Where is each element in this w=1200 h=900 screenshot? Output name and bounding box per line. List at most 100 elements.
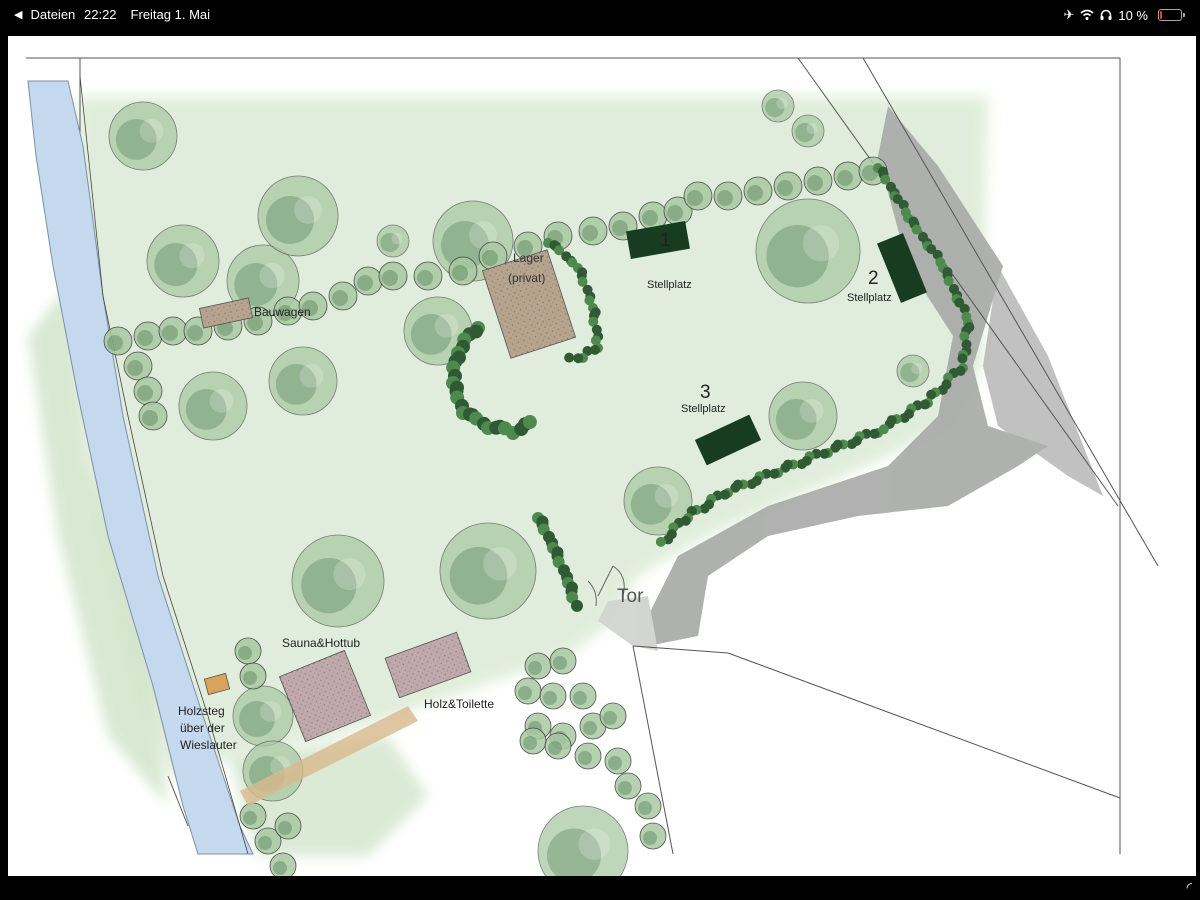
tree-canopy — [667, 205, 683, 221]
tree-canopy — [482, 250, 498, 266]
tree-canopy — [258, 836, 272, 850]
tree-canopy — [643, 831, 657, 845]
tree-canopy — [806, 123, 818, 135]
status-time: 22:22 — [84, 7, 117, 22]
tree-canopy — [807, 175, 823, 191]
label-stellplatz-2: Stellplatz — [847, 292, 892, 304]
tree-canopy — [483, 547, 517, 581]
status-bar: ◀ Dateien 22:22 Freitag 1. Mai ✈ 10 % — [0, 0, 1200, 32]
tree-canopy — [578, 751, 592, 765]
label-lager: Lager — [513, 251, 544, 265]
tree-canopy — [618, 781, 632, 795]
label-holz: Holz&Toilette — [424, 697, 494, 711]
label-ueber-der: über der — [180, 721, 225, 735]
tree-canopy — [238, 646, 252, 660]
tree-canopy — [294, 196, 322, 224]
tree-canopy — [382, 270, 398, 286]
hedge-shrub — [573, 353, 584, 364]
tree-canopy — [333, 558, 366, 591]
tree-canopy — [162, 325, 178, 341]
tree-canopy — [747, 185, 763, 201]
tree-canopy — [278, 821, 292, 835]
tree-canopy — [434, 314, 459, 338]
bottom-bar: ◜ — [0, 876, 1200, 900]
tree-canopy — [209, 389, 234, 413]
hedge-shrub — [957, 353, 968, 364]
hedge-shrub — [655, 536, 666, 547]
tree-canopy — [777, 180, 793, 196]
tree-canopy — [391, 233, 403, 245]
hedge-shrub — [796, 459, 807, 470]
tree-canopy — [127, 360, 143, 376]
hedge-shrub — [570, 599, 583, 612]
hedge-shrub — [522, 415, 537, 430]
status-icons: ✈ 10 % — [1063, 7, 1185, 23]
tree-canopy — [776, 98, 788, 110]
site-plan: Bauwagen Lager (privat) 1 Stellplatz 2 S… — [26, 57, 1159, 876]
tree-canopy — [608, 756, 622, 770]
tree-canopy — [654, 484, 679, 508]
tree-canopy — [187, 325, 203, 341]
back-to-files[interactable]: ◀ Dateien — [14, 7, 75, 22]
loading-indicator-icon: ◜ — [1186, 879, 1192, 895]
status-date: Freitag 1. Mai — [130, 7, 211, 22]
tree-canopy — [573, 691, 587, 705]
tree-canopy — [417, 270, 433, 286]
tree-canopy — [578, 828, 610, 860]
tree-canopy — [837, 170, 853, 186]
label-wieslauter: Wieslauter — [180, 738, 237, 752]
wifi-icon — [1080, 9, 1094, 20]
battery-icon — [1158, 9, 1185, 21]
label-stellplatz-3-num: 3 — [700, 382, 711, 403]
back-label: Dateien — [30, 7, 76, 22]
tree-canopy — [137, 385, 153, 401]
label-stellplatz-2-num: 2 — [868, 268, 879, 289]
label-stellplatz-1-num: 1 — [660, 230, 671, 251]
hedge-shrub — [746, 479, 757, 490]
tree-canopy — [137, 330, 153, 346]
label-bauwagen: Bauwagen — [254, 305, 311, 319]
tree-canopy — [518, 686, 532, 700]
tree-canopy — [357, 275, 373, 291]
label-sauna: Sauna&Hottub — [282, 636, 360, 650]
tree-canopy — [612, 220, 628, 236]
airplane-icon: ✈ — [1063, 7, 1075, 22]
headphones-icon — [1100, 9, 1112, 20]
back-arrow-icon: ◀ — [14, 9, 23, 21]
tree-canopy — [802, 225, 840, 262]
tree-canopy — [553, 656, 567, 670]
tree-canopy — [717, 190, 733, 206]
label-tor: Tor — [617, 586, 644, 607]
tree-canopy — [260, 701, 281, 722]
tree-canopy — [259, 263, 285, 289]
label-holzsteg: Holzsteg — [178, 704, 225, 718]
tree-canopy — [142, 410, 158, 426]
tree-canopy — [543, 691, 557, 705]
hedge-shrub — [564, 352, 575, 363]
hedge-shrub — [846, 439, 857, 450]
tree-canopy — [139, 119, 164, 143]
tree-canopy — [273, 861, 287, 875]
map-canvas: Bauwagen Lager (privat) 1 Stellplatz 2 S… — [8, 36, 1196, 876]
tree-canopy — [243, 811, 257, 825]
tree-canopy — [332, 290, 348, 306]
tree-canopy — [548, 741, 562, 755]
label-stellplatz-1: Stellplatz — [647, 279, 692, 291]
tree-canopy — [528, 661, 542, 675]
tree-canopy — [299, 364, 324, 388]
label-stellplatz-3: Stellplatz — [681, 403, 726, 415]
tree-canopy — [243, 671, 257, 685]
tree-canopy — [582, 225, 598, 241]
tree-canopy — [179, 243, 205, 269]
tree-canopy — [452, 265, 468, 281]
label-lager-privat: (privat) — [508, 271, 545, 285]
tree-canopy — [799, 399, 824, 423]
tree-canopy — [603, 711, 617, 725]
tree-canopy — [523, 736, 537, 750]
tree-canopy — [638, 801, 652, 815]
tree-canopy — [583, 721, 597, 735]
tree-canopy — [687, 190, 703, 206]
tree-canopy — [911, 363, 923, 375]
tree-canopy — [107, 335, 123, 351]
battery-percent: 10 % — [1118, 7, 1148, 23]
